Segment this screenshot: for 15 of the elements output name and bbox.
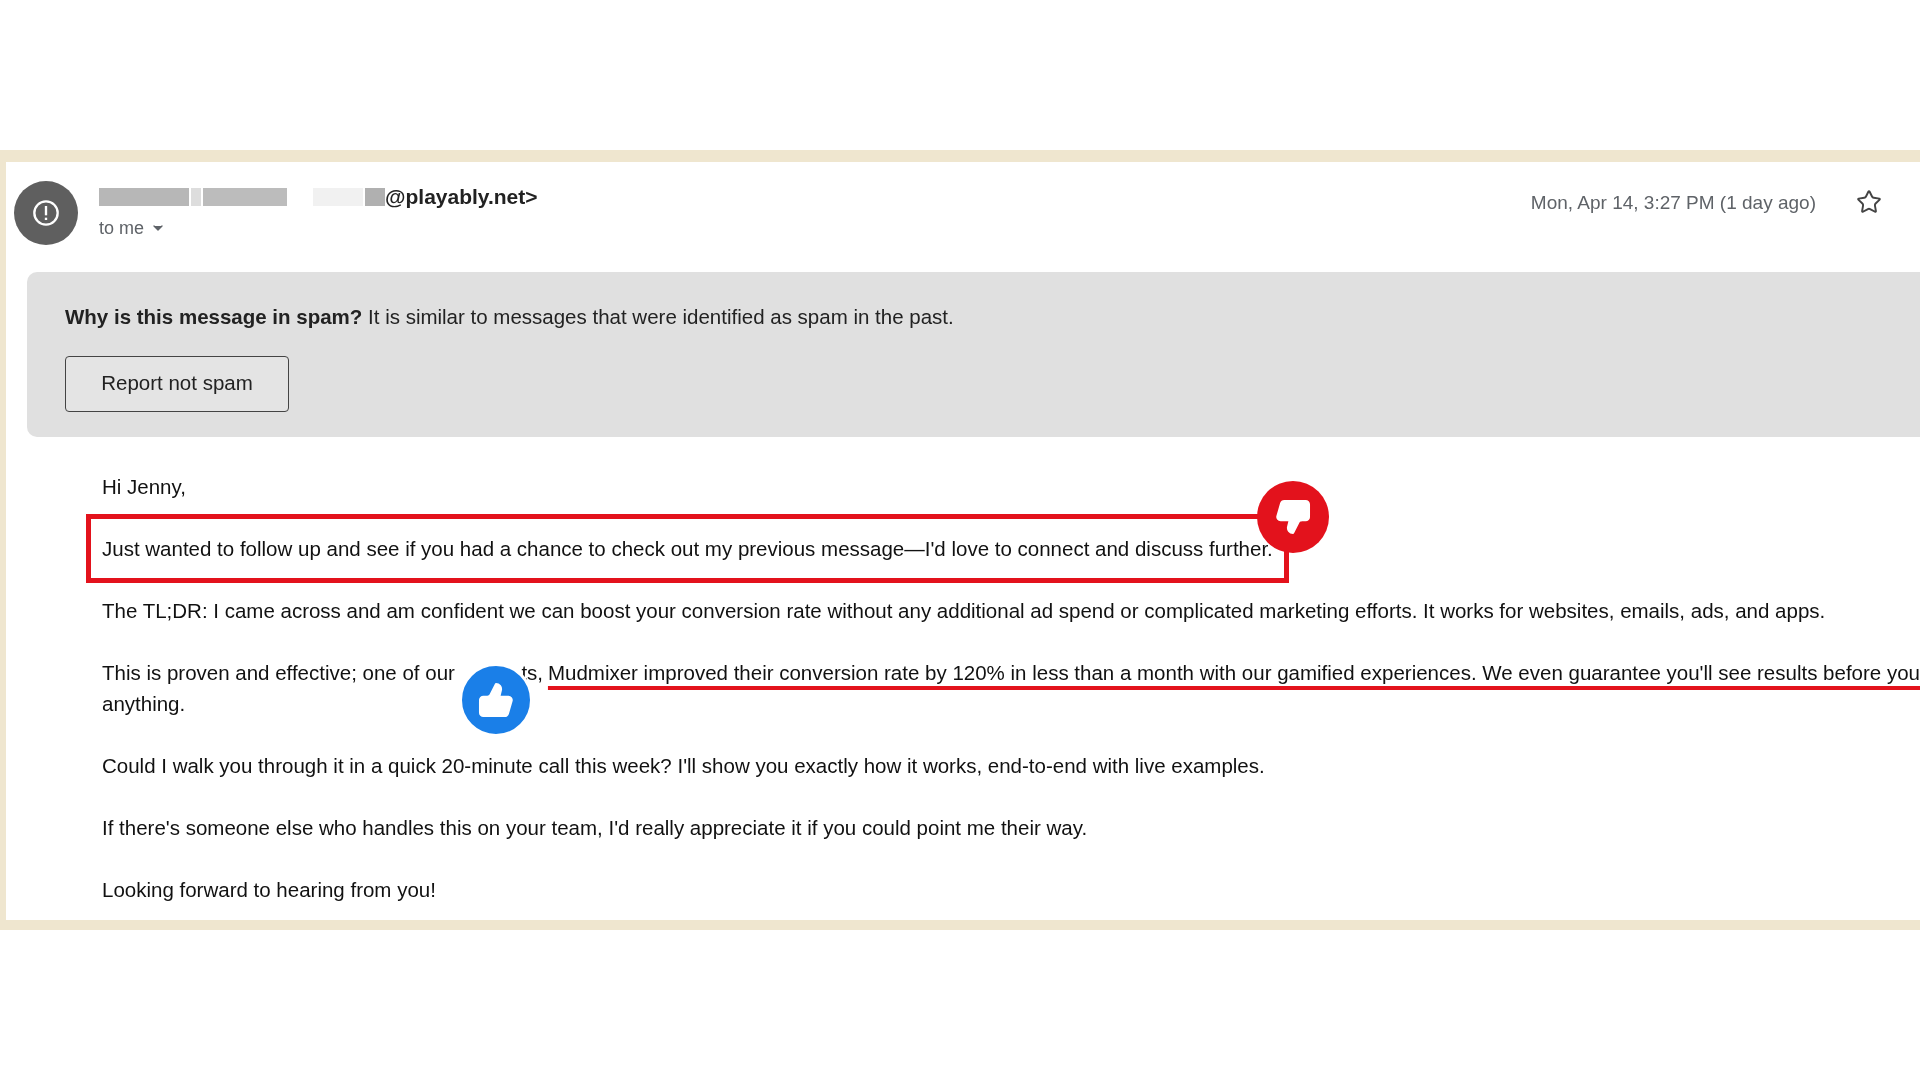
body-text: anything. [102, 691, 186, 717]
body-paragraph: Just wanted to follow up and see if you had a chance to check out my previous message—I'd love to connect and discuss further. [102, 536, 1273, 562]
sender-address: @playably.net> [385, 184, 538, 211]
spam-notice-text: Why is this message in spam? It is similar to messages that were identified as spam in the past. [65, 304, 954, 330]
body-paragraph: Hi Jenny, [102, 474, 186, 500]
recipient-dropdown[interactable]: to me [99, 213, 538, 243]
star-button[interactable] [1856, 189, 1882, 215]
body-paragraph: Could I walk you through it in a quick 20-minute call this week? I'll show you exactly how it works, end-to-end with live examples. [102, 753, 1265, 779]
body-paragraph: Looking forward to hearing from you! [102, 877, 436, 903]
body-text: This is proven and effective; one of our [102, 660, 455, 686]
body-paragraph: The TL;DR: I came across and am confident we can boost your conversion rate without any additional ad spend or complicated marketing efforts. It works for websites, emails, ads, and apps. [102, 598, 1826, 624]
report-not-spam-button[interactable]: Report not spam [65, 355, 289, 412]
email-date: Mon, Apr 14, 3:27 PM (1 day ago) [1530, 191, 1816, 215]
body-paragraph: If there's someone else who handles this on your team, I'd really appreciate it if you could point me their way. [102, 815, 1088, 841]
underlined-text: Mudmixer improved their conversion rate by 120% in less than a month with our gamified experiences. We even guarantee you'll see results before you [547, 660, 1920, 686]
